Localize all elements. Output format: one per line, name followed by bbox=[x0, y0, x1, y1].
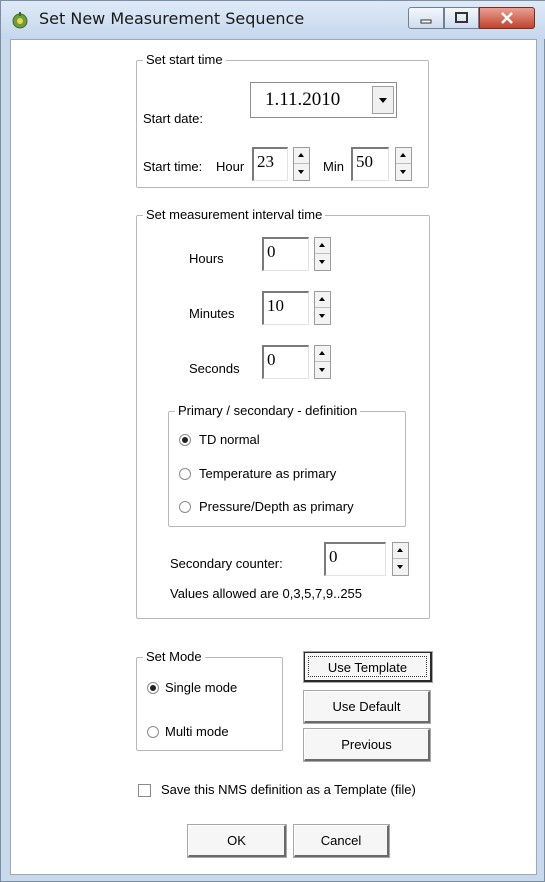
seconds-input[interactable]: 0 bbox=[262, 345, 309, 379]
minutes-label: Minutes bbox=[189, 306, 235, 321]
cancel-button[interactable]: Cancel bbox=[293, 824, 390, 858]
chevron-down-icon[interactable] bbox=[372, 86, 394, 114]
hour-spinner[interactable] bbox=[293, 147, 310, 181]
maximize-icon bbox=[455, 12, 468, 23]
start-date-label: Start date: bbox=[143, 111, 203, 126]
allowed-values-text: Values allowed are 0,3,5,7,9..255 bbox=[170, 586, 363, 601]
spin-up-icon[interactable] bbox=[315, 238, 330, 254]
radio-td-normal-label[interactable]: TD normal bbox=[199, 432, 260, 447]
radio-temperature-primary-label[interactable]: Temperature as primary bbox=[199, 466, 336, 481]
min-label: Min bbox=[323, 159, 344, 174]
title-bar[interactable]: Set New Measurement Sequence bbox=[1, 1, 545, 39]
close-icon bbox=[501, 12, 513, 24]
seconds-label: Seconds bbox=[189, 361, 240, 376]
interval-group: Set measurement interval time Hours 0 Mi… bbox=[136, 207, 430, 619]
radio-multi-mode-label[interactable]: Multi mode bbox=[165, 724, 229, 739]
spin-up-icon[interactable] bbox=[393, 543, 408, 559]
start-time-group: Set start time Start date: 1.11.2010 Sta… bbox=[136, 52, 429, 188]
definition-legend: Primary / secondary - definition bbox=[175, 403, 361, 418]
radio-single-mode[interactable] bbox=[147, 682, 159, 694]
spin-down-icon[interactable] bbox=[294, 164, 309, 180]
dialog-body: Set start time Start date: 1.11.2010 Sta… bbox=[10, 39, 537, 875]
radio-pressure-primary[interactable] bbox=[179, 501, 191, 513]
minutes-input[interactable]: 10 bbox=[262, 291, 309, 325]
spin-down-icon[interactable] bbox=[315, 308, 330, 324]
spin-up-icon[interactable] bbox=[396, 148, 411, 164]
radio-single-mode-label[interactable]: Single mode bbox=[165, 680, 237, 695]
minimize-button[interactable] bbox=[408, 7, 444, 29]
hours-input[interactable]: 0 bbox=[262, 237, 309, 271]
hours-spinner[interactable] bbox=[314, 237, 331, 271]
radio-temperature-primary[interactable] bbox=[179, 468, 191, 480]
use-default-button[interactable]: Use Default bbox=[303, 690, 431, 724]
minutes-spinner[interactable] bbox=[314, 291, 331, 325]
start-time-label: Start time: bbox=[143, 159, 203, 174]
use-template-button[interactable]: Use Template bbox=[303, 651, 433, 683]
radio-multi-mode[interactable] bbox=[147, 726, 159, 738]
save-template-label[interactable]: Save this NMS definition as a Template (… bbox=[161, 782, 416, 797]
radio-pressure-primary-label[interactable]: Pressure/Depth as primary bbox=[199, 499, 354, 514]
hour-label: Hour bbox=[216, 159, 245, 174]
maximize-button[interactable] bbox=[444, 7, 479, 29]
previous-button[interactable]: Previous bbox=[303, 728, 431, 762]
definition-group: Primary / secondary - definition TD norm… bbox=[168, 403, 406, 527]
spin-down-icon[interactable] bbox=[315, 362, 330, 378]
start-date-value: 1.11.2010 bbox=[265, 89, 341, 110]
radio-td-normal[interactable] bbox=[179, 434, 191, 446]
save-template-checkbox[interactable] bbox=[138, 784, 151, 797]
dialog-window: Set New Measurement Sequence Set start t… bbox=[0, 0, 545, 882]
seconds-spinner[interactable] bbox=[314, 345, 331, 379]
secondary-counter-spinner[interactable] bbox=[392, 542, 409, 576]
minimize-icon bbox=[420, 19, 432, 24]
close-button[interactable] bbox=[479, 7, 535, 29]
mode-legend: Set Mode bbox=[143, 649, 205, 664]
min-input[interactable]: 50 bbox=[351, 147, 389, 181]
use-template-label: Use Template bbox=[327, 660, 408, 675]
spin-down-icon[interactable] bbox=[393, 559, 408, 575]
start-time-legend: Set start time bbox=[143, 52, 226, 67]
spin-down-icon[interactable] bbox=[396, 164, 411, 180]
ok-button[interactable]: OK bbox=[187, 824, 287, 858]
min-spinner[interactable] bbox=[395, 147, 412, 181]
spin-up-icon[interactable] bbox=[294, 148, 309, 164]
spin-up-icon[interactable] bbox=[315, 346, 330, 362]
start-date-dropdown[interactable]: 1.11.2010 bbox=[250, 82, 397, 118]
window-title: Set New Measurement Sequence bbox=[39, 9, 305, 28]
spin-down-icon[interactable] bbox=[315, 254, 330, 270]
mode-group: Set Mode Single mode Multi mode bbox=[136, 649, 283, 751]
secondary-counter-input[interactable]: 0 bbox=[324, 542, 386, 576]
spin-up-icon[interactable] bbox=[315, 292, 330, 308]
secondary-counter-label: Secondary counter: bbox=[170, 556, 283, 571]
interval-legend: Set measurement interval time bbox=[143, 207, 326, 222]
hours-label: Hours bbox=[189, 251, 224, 266]
app-icon bbox=[12, 12, 28, 29]
hour-input[interactable]: 23 bbox=[252, 147, 288, 181]
